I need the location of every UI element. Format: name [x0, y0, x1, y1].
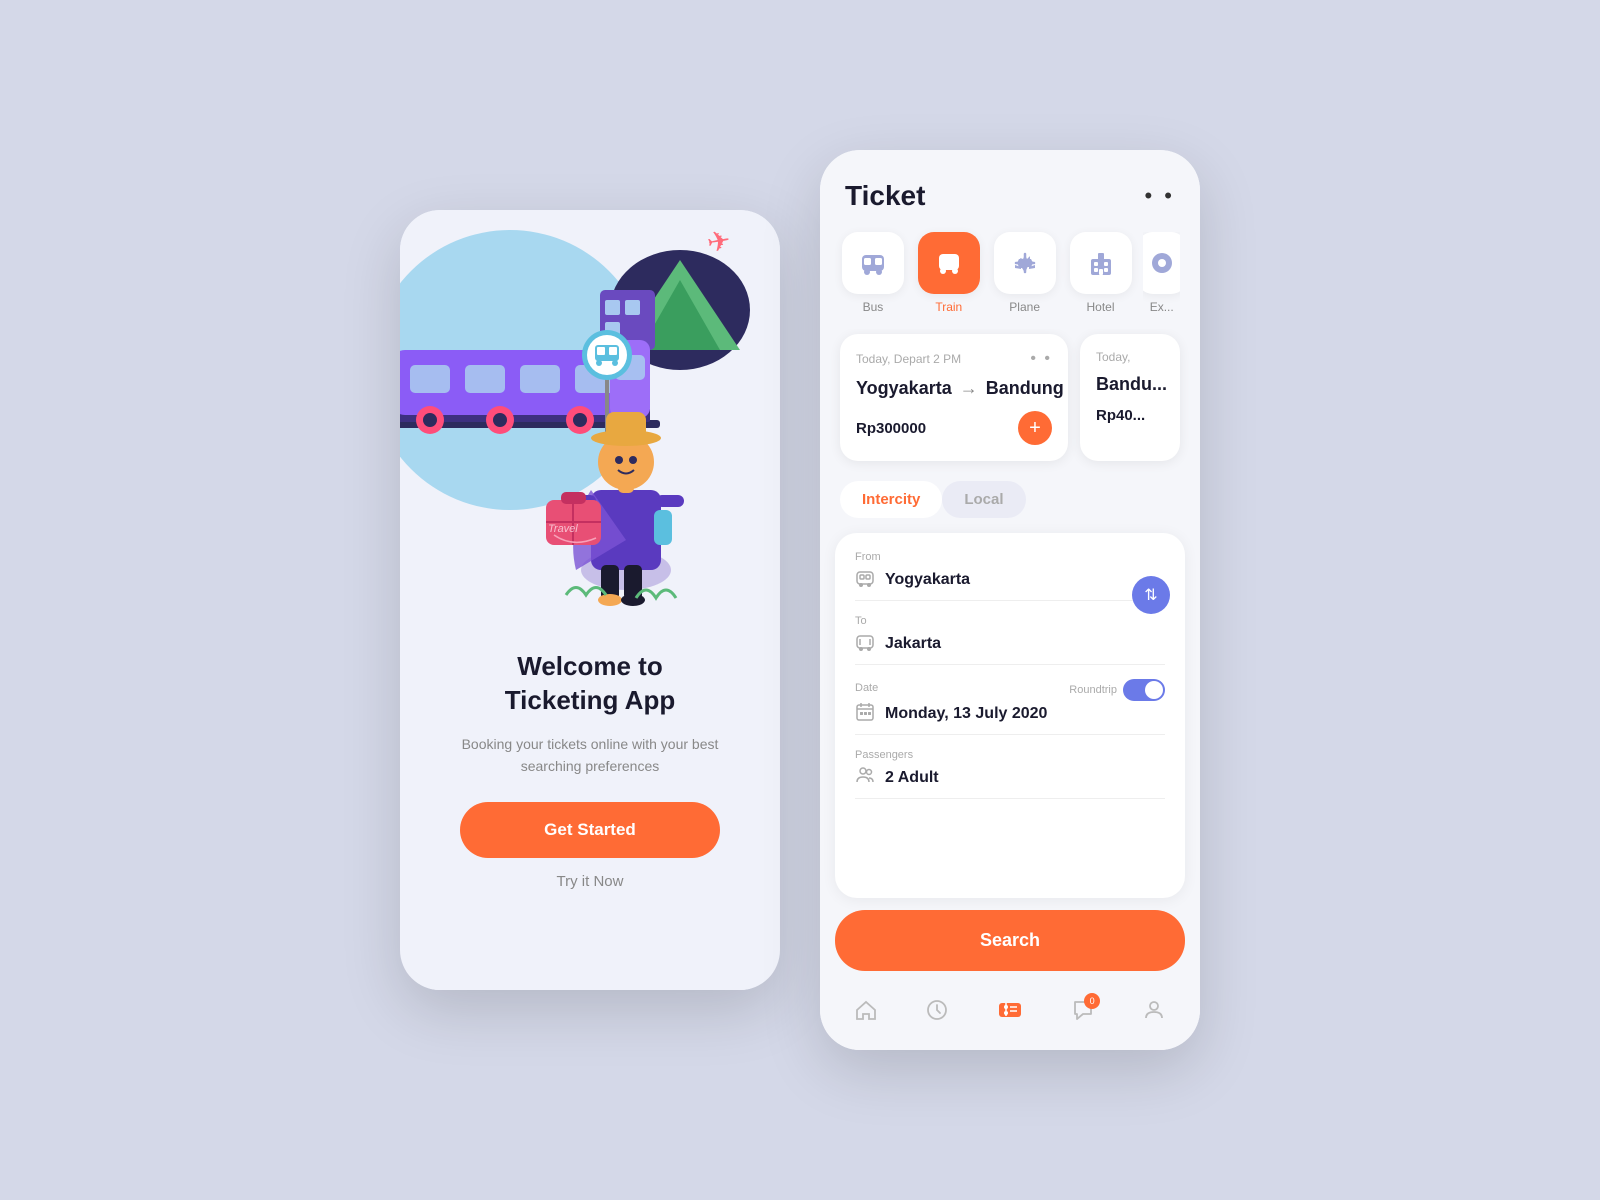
to-station-icon	[855, 631, 875, 656]
left-phone: ✈	[400, 210, 780, 990]
card-top-2: Today,	[1096, 350, 1164, 364]
profile-icon	[1142, 998, 1166, 1028]
nav-history[interactable]	[925, 998, 949, 1028]
search-form: From Yogyakarta ⇅ To	[835, 533, 1185, 898]
bus-label: Bus	[863, 300, 884, 314]
welcome-content: Welcome to Ticketing App Booking your ti…	[430, 630, 750, 990]
card-to-city-1: Bandung	[986, 378, 1064, 399]
nav-home[interactable]	[854, 998, 878, 1028]
ticket-page-title: Ticket	[845, 180, 925, 212]
from-station-icon	[855, 567, 875, 592]
category-bus[interactable]: Bus	[840, 232, 906, 314]
plane-icon-box[interactable]	[994, 232, 1056, 294]
plane-label: Plane	[1009, 300, 1040, 314]
ticket-icon	[996, 996, 1024, 1030]
svg-text:Travel: Travel	[548, 523, 578, 535]
extra-label: Ex...	[1150, 300, 1174, 314]
from-value: Yogyakarta	[885, 571, 1165, 589]
passengers-input-row[interactable]: 2 Adult	[855, 765, 1165, 799]
roundtrip-toggle[interactable]	[1123, 679, 1165, 701]
tab-intercity[interactable]: Intercity	[840, 481, 942, 518]
ticket-header: Ticket • •	[820, 150, 1200, 227]
category-extra[interactable]: Ex...	[1143, 232, 1180, 314]
card-bottom-1: Rp300000 +	[856, 411, 1052, 445]
date-value: Monday, 13 July 2020	[885, 705, 1165, 723]
swap-cities-button[interactable]: ⇅	[1132, 576, 1170, 614]
hotel-icon-box[interactable]	[1070, 232, 1132, 294]
nav-chat[interactable]: 0	[1071, 998, 1095, 1028]
roundtrip-row: Roundtrip	[1069, 679, 1165, 701]
card-route-1: Yogyakarta → Bandung	[856, 378, 1052, 399]
date-field-group: Date Roundtrip	[855, 679, 1165, 735]
add-booking-button-1[interactable]: +	[1018, 411, 1052, 445]
route-arrow-1: →	[960, 378, 978, 399]
tabs-row: Intercity Local	[820, 476, 1200, 533]
booking-card-2: Today, Bandu... Rp40...	[1080, 334, 1180, 461]
passengers-field-group: Passengers 2 Adult	[855, 749, 1165, 799]
hotel-label: Hotel	[1087, 300, 1115, 314]
category-train[interactable]: Train	[916, 232, 982, 314]
bus-icon-box[interactable]	[842, 232, 904, 294]
card-top-1: Today, Depart 2 PM • •	[856, 350, 1052, 368]
from-field-group: From Yogyakarta ⇅	[855, 551, 1165, 601]
right-phone: Ticket • • Bus	[820, 150, 1200, 1050]
roundtrip-label: Roundtrip	[1069, 684, 1117, 696]
history-icon	[925, 998, 949, 1028]
home-icon	[854, 998, 878, 1028]
chat-badge: 0	[1084, 993, 1100, 1009]
train-label: Train	[935, 300, 962, 314]
from-label: From	[855, 551, 1165, 563]
train-icon-box[interactable]	[918, 232, 980, 294]
nav-profile[interactable]	[1142, 998, 1166, 1028]
card-bottom-2: Rp40...	[1096, 407, 1164, 424]
more-options-button[interactable]: • •	[1144, 183, 1175, 209]
nav-ticket[interactable]	[996, 996, 1024, 1030]
date-input-row[interactable]: Monday, 13 July 2020	[855, 701, 1165, 735]
booking-cards-row: Today, Depart 2 PM • • Yogyakarta → Band…	[820, 329, 1200, 476]
card-price-1: Rp300000	[856, 420, 926, 437]
passengers-icon	[855, 765, 875, 790]
character-illustration: Travel	[536, 370, 716, 600]
date-label: Date	[855, 682, 878, 694]
try-now-link[interactable]: Try it Now	[557, 873, 624, 890]
date-row: Date Roundtrip	[855, 679, 1165, 701]
toggle-knob	[1145, 681, 1163, 699]
get-started-button[interactable]: Get Started	[460, 802, 720, 858]
booking-card-1: Today, Depart 2 PM • • Yogyakarta → Band…	[840, 334, 1068, 461]
category-row: Bus Train	[820, 227, 1200, 329]
card-date-2: Today,	[1096, 350, 1130, 364]
bottom-navigation: 0	[820, 981, 1200, 1050]
welcome-title: Welcome to Ticketing App	[505, 650, 675, 718]
from-input-row[interactable]: Yogyakarta ⇅	[855, 567, 1165, 601]
calendar-icon	[855, 701, 875, 726]
extra-icon-box[interactable]	[1143, 232, 1180, 294]
category-plane[interactable]: Plane	[992, 232, 1058, 314]
card-menu-1[interactable]: • •	[1030, 350, 1052, 368]
welcome-subtitle: Booking your tickets online with your be…	[460, 733, 720, 778]
to-label: To	[855, 615, 1165, 627]
card-from-city-1: Yogyakarta	[856, 378, 952, 399]
to-field-group: To Jakarta	[855, 615, 1165, 665]
card-date-1: Today, Depart 2 PM	[856, 352, 961, 366]
category-hotel[interactable]: Hotel	[1068, 232, 1134, 314]
tab-local[interactable]: Local	[942, 481, 1025, 518]
search-button[interactable]: Search	[835, 910, 1185, 971]
passengers-value: 2 Adult	[885, 769, 1165, 787]
passengers-label: Passengers	[855, 749, 1165, 761]
illustration-area: ✈	[400, 210, 780, 630]
card-price-2: Rp40...	[1096, 407, 1145, 424]
to-input-row[interactable]: Jakarta	[855, 631, 1165, 665]
to-value: Jakarta	[885, 635, 1165, 653]
card-from-city-2: Bandu...	[1096, 374, 1167, 395]
card-route-2: Bandu...	[1096, 374, 1164, 395]
